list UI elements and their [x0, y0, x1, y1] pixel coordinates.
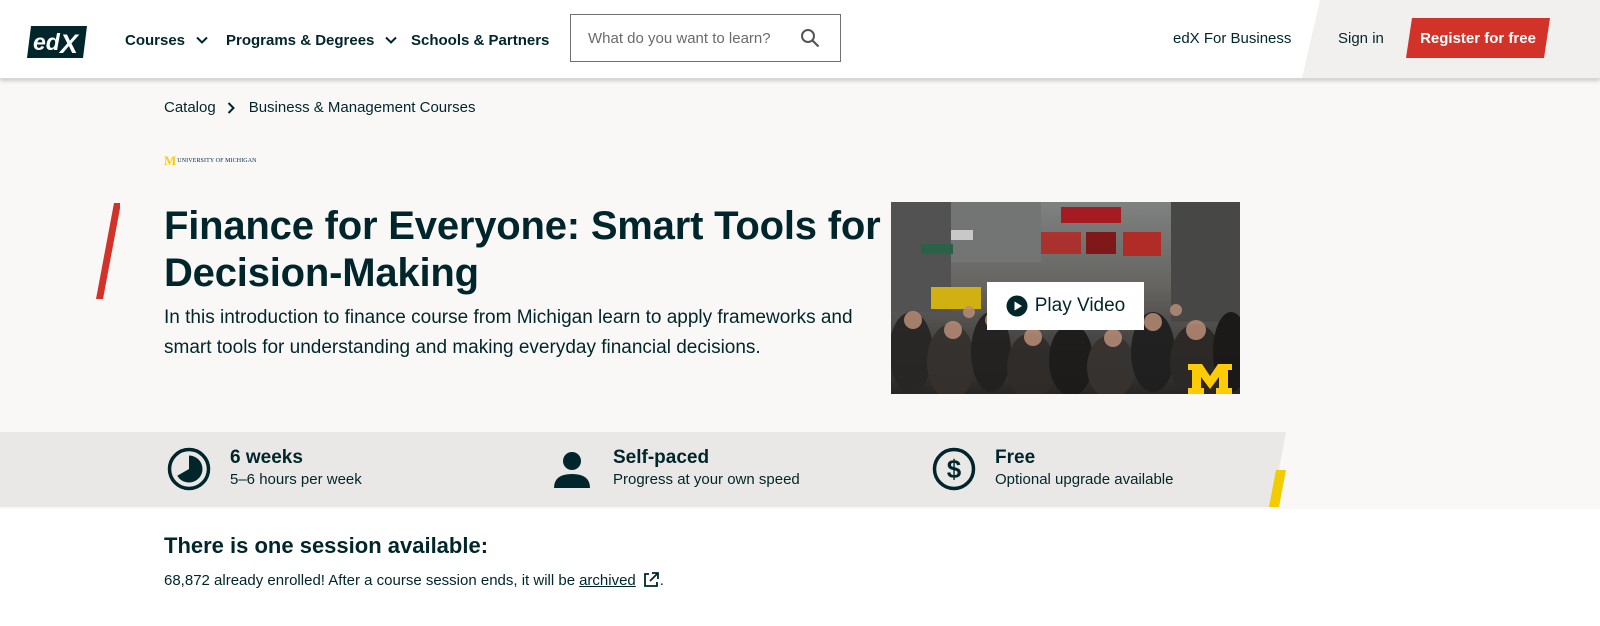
decorative-red-slash	[96, 203, 120, 299]
session-heading: There is one session available:	[164, 533, 489, 558]
stat-pace-title: Self-paced	[613, 447, 710, 468]
stat-price-subtitle: Optional upgrade available	[995, 471, 1174, 488]
person-icon	[554, 452, 590, 488]
nav-programs-label: Programs & Degrees	[226, 31, 375, 49]
stat-price: $ Free Optional upgrade available	[931, 446, 1173, 492]
partner-name: UNIVERSITY OF MICHIGAN	[177, 158, 257, 164]
external-link-icon[interactable]	[642, 571, 660, 589]
nav-courses[interactable]: Courses	[125, 28, 209, 52]
edx-for-business-link[interactable]: edX For Business	[1173, 30, 1291, 47]
search-icon[interactable]	[800, 28, 820, 48]
svg-text:$: $	[947, 454, 962, 484]
michigan-block-m-icon	[1188, 364, 1232, 394]
nav-schools-label: Schools & Partners	[411, 31, 550, 49]
stat-duration-title: 6 weeks	[230, 447, 303, 468]
search-input[interactable]	[588, 29, 788, 47]
sign-in-link[interactable]: Sign in	[1338, 30, 1384, 47]
stat-duration-subtitle: 5–6 hours per week	[230, 471, 362, 488]
chevron-down-icon	[385, 36, 398, 44]
breadcrumb: Catalog Business & Management Courses	[164, 99, 475, 116]
course-video-thumbnail[interactable]: Play Video	[891, 202, 1240, 394]
play-icon	[1006, 295, 1028, 317]
stat-pace-subtitle: Progress at your own speed	[613, 471, 800, 488]
nav-courses-label: Courses	[125, 31, 186, 49]
michigan-m-mark: M	[164, 153, 176, 168]
period: .	[659, 571, 664, 589]
site-header: ed X Courses Programs & Degrees Schools …	[0, 0, 1600, 79]
stat-price-title: Free	[995, 447, 1036, 468]
edx-logo[interactable]: ed X	[25, 24, 89, 60]
play-video-label: Play Video	[1034, 295, 1126, 316]
dollar-icon: $	[932, 447, 976, 491]
university-of-michigan-logo[interactable]: M UNIVERSITY OF MICHIGAN	[164, 153, 257, 168]
register-button[interactable]: Register for free	[1406, 18, 1550, 58]
stat-duration: 6 weeks 5–6 hours per week	[166, 446, 362, 492]
enrollment-note: 68,872 already enrolled! After a course …	[164, 571, 664, 589]
course-title: Finance for Everyone: Smart Tools for De…	[164, 204, 881, 295]
breadcrumb-catalog[interactable]: Catalog	[164, 99, 216, 116]
breadcrumb-business-management[interactable]: Business & Management Courses	[249, 99, 476, 116]
search-box[interactable]	[570, 14, 841, 62]
nav-programs-degrees[interactable]: Programs & Degrees	[226, 28, 398, 52]
svg-text:X: X	[58, 29, 80, 59]
stat-pace: Self-paced Progress at your own speed	[549, 446, 800, 492]
chevron-down-icon	[196, 36, 208, 44]
decorative-yellow-slash	[1269, 470, 1286, 507]
enrollment-text: 68,872 already enrolled! After a course …	[164, 571, 576, 589]
svg-text:ed: ed	[33, 29, 61, 55]
archived-link[interactable]: archived	[579, 572, 636, 589]
course-description: In this introduction to finance course f…	[164, 307, 853, 358]
chevron-right-icon	[227, 101, 235, 114]
nav-schools-partners[interactable]: Schools & Partners	[411, 28, 549, 52]
play-video-button[interactable]: Play Video	[987, 282, 1144, 330]
clock-icon	[167, 447, 211, 491]
